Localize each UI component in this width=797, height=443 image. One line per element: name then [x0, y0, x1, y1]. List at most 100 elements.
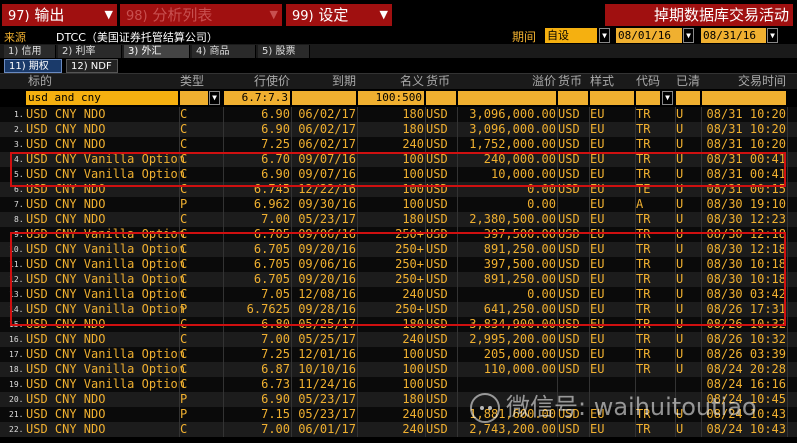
premium-filter-input[interactable]	[458, 91, 556, 105]
col-strike[interactable]: 行使价	[224, 74, 290, 89]
code-filter-input[interactable]	[636, 91, 660, 105]
chevron-down-icon[interactable]: ▼	[599, 28, 610, 43]
table-row[interactable]: 10. USD CNY Vanilla Option C 6.705 09/20/16 2…	[0, 242, 797, 257]
wechat-icon	[470, 393, 500, 423]
row-index: 16.	[9, 335, 24, 344]
column-divider	[787, 167, 788, 182]
col-cleared[interactable]: 已清	[676, 74, 700, 89]
tab-fx[interactable]: 3) 外汇	[124, 45, 190, 58]
cell-strike: 6.90	[261, 107, 290, 121]
tab-rates[interactable]: 2) 利率	[58, 45, 122, 58]
cell-notional: 240	[402, 422, 424, 436]
tab-credit[interactable]: 1) 信用	[4, 45, 56, 58]
table-row[interactable]: 22. USD CNY NDO C 7.00 06/01/17 240 USD 2,743,2…	[0, 422, 797, 437]
col-premium[interactable]: 溢价	[458, 74, 556, 89]
date-to-input[interactable]: 08/31/16	[701, 28, 766, 43]
cell-premium: 397,500.00	[483, 227, 556, 241]
col-type[interactable]: 类型	[180, 74, 222, 89]
date-from-input[interactable]: 08/01/16	[616, 28, 682, 43]
cell-expiry: 09/20/16	[298, 272, 356, 286]
subtab-ndf[interactable]: 12) NDF	[66, 59, 118, 73]
cell-strike: 6.87	[261, 362, 290, 376]
cell-type: C	[180, 212, 188, 226]
table-row[interactable]: 12. USD CNY Vanilla Option C 6.705 09/20/16 2…	[0, 272, 797, 287]
cell-code: TR	[636, 347, 651, 361]
cell-style: EU	[590, 167, 605, 181]
cell-currency: USD	[426, 107, 448, 121]
col-code[interactable]: 代码	[636, 74, 674, 89]
cell-underlying: USD CNY Vanilla Option	[26, 242, 185, 256]
table-row[interactable]: 18. USD CNY Vanilla Option C 6.87 10/10/16 10…	[0, 362, 797, 377]
table-row[interactable]: 13. USD CNY Vanilla Option C 7.05 12/08/16 24…	[0, 287, 797, 302]
cleared-filter-input[interactable]	[676, 91, 700, 105]
cell-strike: 7.00	[261, 332, 290, 346]
currency-filter-input[interactable]	[426, 91, 456, 105]
table-row[interactable]: 6. USD CNY NDO C 6.745 12/22/16 100 USD 0.00 USD…	[0, 182, 797, 197]
column-divider	[787, 137, 788, 152]
calendar-dropdown-icon[interactable]: ▼	[767, 28, 778, 43]
cell-currency: USD	[426, 347, 448, 361]
cell-type: P	[180, 407, 188, 421]
underlying-filter-input[interactable]: usd and cny	[26, 91, 178, 105]
tab-equities[interactable]: 5) 股票	[258, 45, 310, 58]
settings-menu[interactable]: 99) 设定 ▼	[286, 4, 392, 26]
row-index: 14.	[9, 305, 24, 314]
table-row[interactable]: 1. USD CNY NDO C 6.90 06/02/17 180 USD 3,096,00…	[0, 107, 797, 122]
row-index: 10.	[9, 245, 24, 254]
export-menu[interactable]: 97) 输出 ▼	[2, 4, 117, 26]
col-expiry[interactable]: 到期	[292, 74, 356, 89]
col-currency[interactable]: 货币	[426, 74, 456, 89]
cell-code: TR	[636, 302, 651, 316]
premium-currency-filter-input[interactable]	[558, 91, 588, 105]
strike-filter-input[interactable]: 6.7:7.3	[224, 91, 290, 105]
table-row[interactable]: 3. USD CNY NDO C 7.25 06/02/17 240 USD 1,752,00…	[0, 137, 797, 152]
tab-commodities[interactable]: 4) 商品	[192, 45, 256, 58]
col-style[interactable]: 样式	[590, 74, 634, 89]
table-row[interactable]: 16. USD CNY NDO C 7.00 05/25/17 240 USD 2,995,2…	[0, 332, 797, 347]
chevron-down-icon[interactable]: ▼	[209, 91, 220, 105]
calendar-dropdown-icon[interactable]: ▼	[683, 28, 694, 43]
col-underlying[interactable]: 标的	[28, 74, 178, 89]
notional-filter-input[interactable]: 100:500	[358, 91, 424, 105]
cell-notional: 100	[402, 152, 424, 166]
period-mode-select[interactable]: 自设	[545, 28, 597, 43]
col-notional[interactable]: 名义	[358, 74, 424, 89]
chevron-down-icon[interactable]: ▼	[662, 91, 673, 105]
style-filter-input[interactable]	[590, 91, 634, 105]
cell-premium: 2,743,200.00	[469, 422, 556, 436]
cell-strike: 6.705	[253, 272, 290, 286]
column-divider	[787, 287, 788, 302]
cell-premium-currency: USD	[558, 167, 580, 181]
cell-trade-time: 08/31 00:15	[706, 182, 786, 196]
cell-notional: 100	[402, 197, 424, 211]
table-row[interactable]: 14. USD CNY Vanilla Option P 6.7625 09/28/16…	[0, 302, 797, 317]
table-row[interactable]: 7. USD CNY NDO P 6.962 09/30/16 100 USD 0.00 EU A…	[0, 197, 797, 212]
column-divider	[787, 317, 788, 332]
cell-premium-currency	[558, 197, 588, 212]
table-row[interactable]: 2. USD CNY NDO C 6.90 06/02/17 180 USD 3,096,00…	[0, 122, 797, 137]
col-trade-time[interactable]: 交易时间	[702, 74, 786, 89]
trade-time-filter-input[interactable]	[702, 91, 786, 105]
cell-notional: 180	[402, 392, 424, 406]
cell-underlying: USD CNY Vanilla Option	[26, 287, 185, 301]
table-row[interactable]: 9. USD CNY Vanilla Option C 6.705 09/06/16 25…	[0, 227, 797, 242]
table-row[interactable]: 8. USD CNY NDO C 7.00 05/23/17 180 USD 2,380,50…	[0, 212, 797, 227]
analysis-list-menu[interactable]: 98) 分析列表 ▼	[120, 4, 282, 26]
expiry-filter-input[interactable]	[292, 91, 356, 105]
cell-premium-currency: USD	[558, 122, 580, 136]
cell-premium: 891,250.00	[483, 272, 556, 286]
table-row[interactable]: 5. USD CNY Vanilla Option C 6.90 09/07/16 100…	[0, 167, 797, 182]
col-premium-currency[interactable]: 货币	[558, 74, 588, 89]
cell-type: C	[180, 287, 188, 301]
subtab-options[interactable]: 11) 期权	[4, 59, 62, 73]
column-divider	[787, 242, 788, 257]
cell-premium-currency: USD	[558, 152, 580, 166]
type-filter-input[interactable]	[180, 91, 208, 105]
column-divider	[787, 422, 788, 437]
table-row[interactable]: 15. USD CNY NDO C 6.80 05/25/17 180 USD 3,834,9…	[0, 317, 797, 332]
analysis-menu-label: 分析列表	[152, 6, 213, 24]
table-row[interactable]: 17. USD CNY Vanilla Option C 7.25 12/01/16 10…	[0, 347, 797, 362]
table-row[interactable]: 11. USD CNY Vanilla Option C 6.705 09/06/16 2…	[0, 257, 797, 272]
cell-underlying: USD CNY Vanilla Option	[26, 152, 185, 166]
table-row[interactable]: 4. USD CNY Vanilla Option C 6.70 09/07/16 100…	[0, 152, 797, 167]
